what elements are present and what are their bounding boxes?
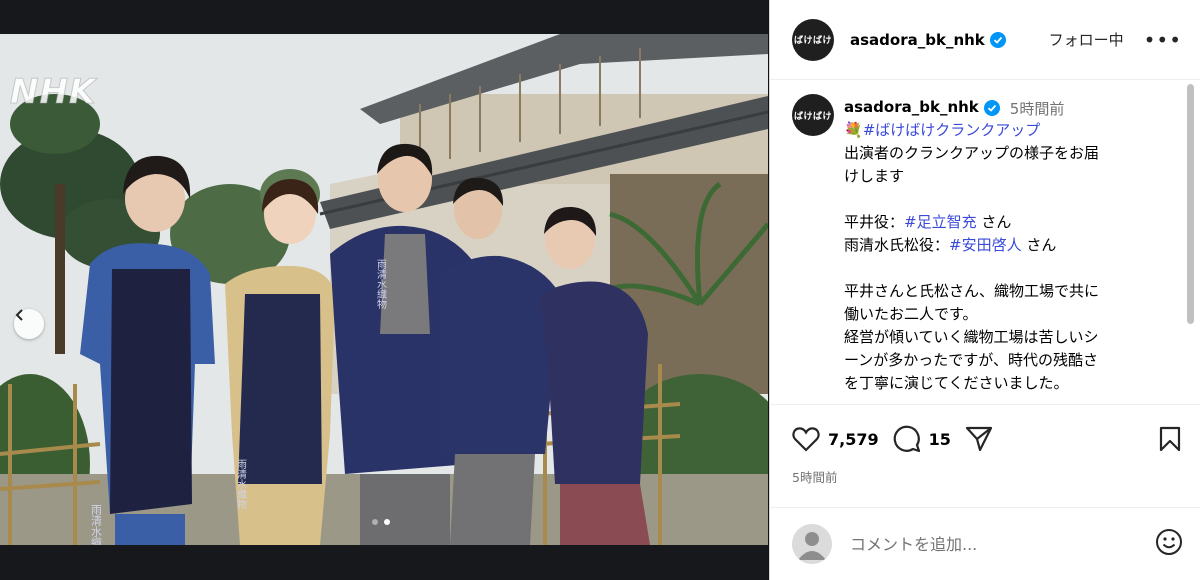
carousel-dot: [372, 519, 378, 525]
comments-count[interactable]: 15: [929, 430, 951, 449]
caption-line: 雨清水氏松役：#安田啓人 さん: [844, 234, 1164, 257]
account-avatar[interactable]: ばけばけ: [792, 18, 834, 61]
carousel-indicator: [372, 519, 390, 525]
caption-text-segment: けします: [844, 167, 905, 185]
caption-text-segment: を丁寧に演じてくださいました。: [844, 374, 1069, 392]
caption-scrollbar[interactable]: [1187, 84, 1194, 324]
caption-text-segment: ーンが多かったですが、時代の残酷さ: [844, 351, 1098, 369]
caption-text-segment: 経営が傾いていく織物工場は苦しいシ: [844, 328, 1099, 346]
caption-line: 出演者のクランクアップの様子をお届: [844, 142, 1164, 165]
carousel-dot-active: [384, 519, 390, 525]
apron-text: 雨清水織物: [375, 259, 387, 310]
chevron-left-icon: [15, 309, 23, 321]
account-username[interactable]: asadora_bk_nhk: [850, 31, 985, 49]
caption-text-segment: さん: [976, 213, 1012, 231]
like-button[interactable]: 7,579: [792, 426, 893, 452]
caption-line: 💐#ばけばけクランクアップ: [844, 119, 1164, 142]
save-button[interactable]: [1159, 426, 1181, 452]
caption-line: ーンが多かったですが、時代の残酷さ: [844, 349, 1164, 372]
caption-text-segment: 雨清水氏松役：: [844, 236, 950, 254]
action-bar: 7,579 15 5時間前: [770, 404, 1200, 486]
post-pane: ばけばけ asadora_bk_nhk フォロー中 ••• ばけばけ asado…: [769, 0, 1200, 580]
comment-input[interactable]: [850, 534, 1130, 554]
caption-text-segment: 出演者のクランクアップの様子をお届: [844, 144, 1100, 162]
comment-icon: [893, 425, 920, 453]
comment-button[interactable]: 15: [893, 425, 965, 453]
send-icon: [965, 426, 992, 452]
likes-count[interactable]: 7,579: [828, 430, 879, 449]
post-photo[interactable]: 雨清水織物 雨清水織物 雨清水織物 NHK: [0, 34, 768, 545]
caption-text-segment: 働いたお二人です。: [844, 305, 978, 323]
carousel-prev-button[interactable]: [14, 309, 44, 339]
nhk-watermark: NHK: [9, 72, 97, 113]
avatar-text: ばけばけ: [793, 36, 832, 46]
comment-composer: [770, 507, 1200, 580]
verified-badge-icon: [989, 31, 1006, 48]
user-avatar: [792, 524, 832, 564]
caption-text-segment: 平井さんと氏松さん、織物工場で共に: [844, 282, 1100, 300]
caption-line: 働いたお二人です。: [844, 303, 1164, 326]
apron-text: 雨清水織物: [90, 504, 103, 545]
post-header: ばけばけ asadora_bk_nhk フォロー中 •••: [770, 0, 1200, 80]
caption-line: 経営が傾いていく織物工場は苦しいシ: [844, 326, 1164, 349]
caption-line: を丁寧に演じてくださいました。: [844, 372, 1164, 395]
verified-badge-icon: [983, 100, 1000, 116]
share-button[interactable]: [965, 425, 993, 453]
caption-avatar[interactable]: ばけばけ: [792, 94, 834, 136]
bookmark-icon: [1159, 426, 1181, 452]
following-button[interactable]: フォロー中: [1049, 29, 1124, 50]
caption-line: 平井さんと氏松さん、織物工場で共に: [844, 280, 1164, 303]
hashtag-link[interactable]: #足立智充: [904, 213, 977, 231]
hashtag-link[interactable]: #ばけばけクランクアップ: [863, 121, 1041, 139]
apron-text: 雨清水織物: [235, 459, 247, 510]
caption-line: [844, 188, 1164, 211]
heart-icon: [792, 427, 820, 452]
caption-username[interactable]: asadora_bk_nhk: [844, 98, 979, 116]
caption-line: 平井役：#足立智充 さん: [844, 211, 1164, 234]
caption-text-segment: 平井役：: [844, 213, 905, 231]
caption-line: けします: [844, 165, 1164, 188]
caption-text: 💐#ばけばけクランクアップ出演者のクランクアップの様子をお届 けします平井役：#足…: [844, 119, 1164, 395]
post-timestamp: 5時間前: [792, 470, 838, 485]
caption-line: [844, 257, 1164, 280]
media-pane: 雨清水織物 雨清水織物 雨清水織物 NHK: [0, 0, 768, 580]
bouquet-icon: 💐: [844, 121, 863, 139]
photo-scene: 雨清水織物 雨清水織物 雨清水織物: [0, 34, 768, 545]
more-options-icon[interactable]: •••: [1144, 28, 1182, 52]
caption-text-segment: さん: [1021, 236, 1057, 254]
caption-timestamp: 5時間前: [1009, 100, 1065, 118]
default-avatar-icon: [792, 524, 832, 564]
emoji-button[interactable]: [1155, 528, 1183, 560]
caption-section: ばけばけ asadora_bk_nhk 5時間前 💐#ばけばけクランクアップ出演…: [770, 81, 1188, 403]
smiley-icon: [1156, 529, 1182, 555]
avatar-text: ばけばけ: [793, 111, 832, 122]
hashtag-link[interactable]: #安田啓人: [949, 236, 1022, 254]
